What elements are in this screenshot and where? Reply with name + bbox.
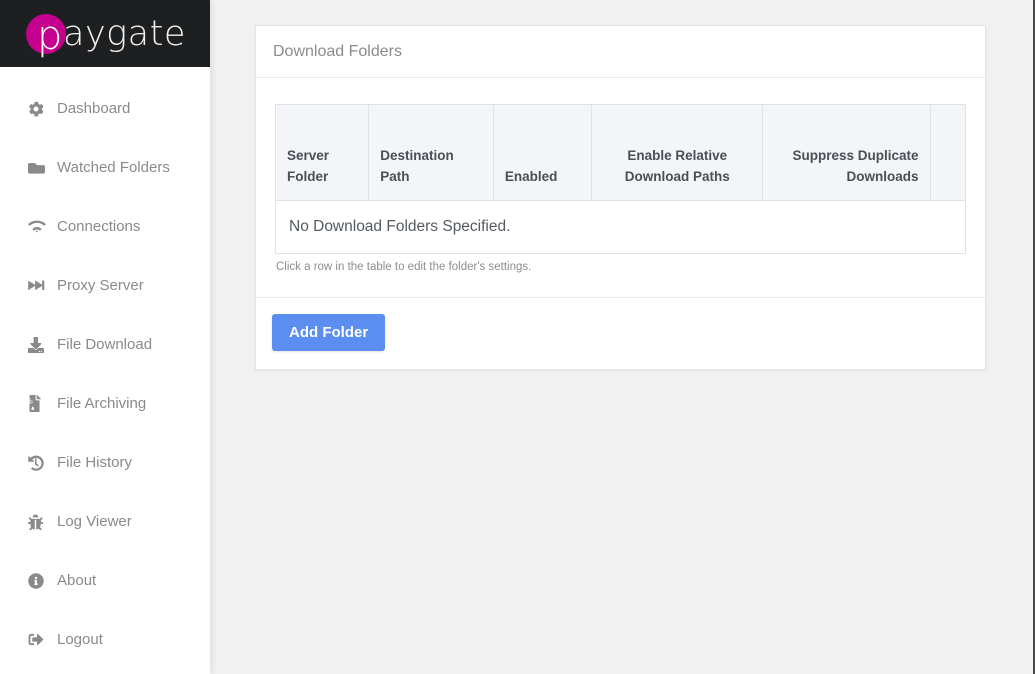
sidebar-item-label: Logout [57,631,103,648]
sidebar-nav: Dashboard Watched Folders Connections Pr… [0,67,210,669]
main-content: Download Folders Server Folder Destinati… [210,0,1035,674]
folder-icon [28,159,48,177]
panel-header: Download Folders [256,26,985,78]
brand-header: p aygate [0,0,210,67]
bug-icon [28,513,48,531]
sign-out-icon [28,631,48,649]
column-header-server-folder[interactable]: Server Folder [274,104,370,201]
column-header-destination-path[interactable]: Destination Path [368,104,494,201]
panel-body: Server Folder Destination Path Enabled E… [256,78,985,297]
download-icon [28,336,48,354]
logo-mark-letter: p [37,12,63,59]
sidebar-item-label: File Archiving [57,395,147,412]
wifi-icon [28,218,48,236]
sidebar-item-about[interactable]: About [0,551,210,610]
sidebar-item-proxy-server[interactable]: Proxy Server [0,256,210,315]
logo[interactable]: p aygate [26,11,186,57]
column-header-suppress-duplicate-downloads[interactable]: Suppress Duplicate Downloads [762,104,931,201]
sidebar-item-connections[interactable]: Connections [0,197,210,256]
download-folders-table: Server Folder Destination Path Enabled E… [274,104,966,254]
sidebar-item-file-download[interactable]: File Download [0,315,210,374]
sidebar-item-label: Dashboard [57,100,131,117]
info-circle-icon [28,572,48,590]
sidebar-item-label: Connections [57,218,141,235]
sidebar-item-label: Log Viewer [57,513,132,530]
table-hint-text: Click a row in the table to edit the fol… [276,261,532,273]
sidebar-item-file-archiving[interactable]: File Archiving [0,374,210,433]
sidebar-item-label: File Download [57,336,153,353]
file-archive-icon [28,395,48,413]
history-icon [28,454,48,472]
sidebar-item-label: Proxy Server [57,277,144,294]
table-body: No Download Folders Specified. [275,200,966,254]
fast-forward-icon [28,277,48,295]
sidebar-item-label: Watched Folders [57,159,170,176]
download-folders-panel: Download Folders Server Folder Destinati… [255,25,986,370]
column-header-actions [929,104,966,201]
sidebar: p aygate Dashboard Watched Folders Conne… [0,0,210,674]
sidebar-item-log-viewer[interactable]: Log Viewer [0,492,210,551]
table-row-empty: No Download Folders Specified. [275,200,966,254]
sidebar-item-label: File History [57,454,133,471]
add-folder-button[interactable]: Add Folder [272,314,386,351]
logo-circle-icon: p [26,12,66,59]
empty-state-message: No Download Folders Specified. [275,200,966,254]
table-header-row: Server Folder Destination Path Enabled E… [274,104,966,201]
gear-icon [28,100,48,118]
sidebar-item-logout[interactable]: Logout [0,610,210,669]
table-header: Server Folder Destination Path Enabled E… [274,104,966,201]
sidebar-item-label: About [57,572,97,589]
sidebar-item-watched-folders[interactable]: Watched Folders [0,138,210,197]
sidebar-item-dashboard[interactable]: Dashboard [0,79,210,138]
page-title: Download Folders [273,43,402,60]
panel-footer: Add Folder [256,297,985,369]
sidebar-item-file-history[interactable]: File History [0,433,210,492]
column-header-enabled[interactable]: Enabled [492,104,593,201]
logo-wordmark: aygate [63,13,186,54]
column-header-enable-relative-download-paths[interactable]: Enable Relative Download Paths [591,104,764,201]
